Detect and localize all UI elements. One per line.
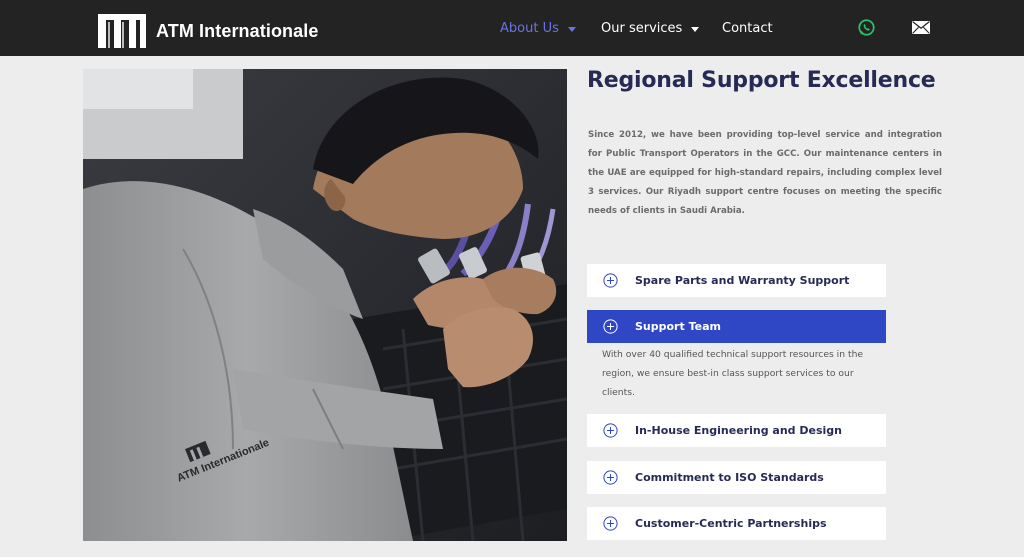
technician-photo: ATM Internationale bbox=[83, 69, 567, 541]
section-title: Regional Support Excellence bbox=[587, 68, 936, 93]
chevron-down-icon bbox=[691, 26, 700, 32]
accordion-label: Commitment to ISO Standards bbox=[635, 471, 824, 484]
nav-contact[interactable]: Contact bbox=[722, 0, 773, 56]
nav-our-services-label: Our services bbox=[601, 20, 683, 36]
accordion-label: Support Team bbox=[635, 320, 721, 333]
whatsapp-icon[interactable] bbox=[857, 18, 876, 37]
nav-contact-label: Contact bbox=[722, 20, 773, 36]
chevron-down-icon bbox=[567, 26, 576, 32]
plus-circle-icon bbox=[603, 319, 618, 334]
brand-name: ATM Internationale bbox=[156, 20, 319, 41]
accordion-label: In-House Engineering and Design bbox=[635, 424, 842, 437]
accordion-label: Spare Parts and Warranty Support bbox=[635, 274, 850, 287]
section-intro: Since 2012, we have been providing top-l… bbox=[588, 130, 942, 216]
accordion-label: Customer-Centric Partnerships bbox=[635, 517, 827, 530]
accordion-item-engineering[interactable]: In-House Engineering and Design bbox=[587, 414, 886, 447]
brand-logo[interactable]: ATM Internationale bbox=[96, 12, 318, 50]
plus-circle-icon bbox=[603, 423, 618, 438]
nav-about-us[interactable]: About Us bbox=[500, 0, 576, 56]
atm-logo-icon bbox=[98, 14, 146, 48]
technician-illustration: ATM Internationale bbox=[83, 69, 567, 541]
nav-our-services[interactable]: Our services bbox=[601, 0, 700, 56]
mail-icon[interactable] bbox=[912, 21, 930, 34]
accordion-item-spare-parts[interactable]: Spare Parts and Warranty Support bbox=[587, 264, 886, 297]
accordion-body-support-team: With over 40 qualified technical support… bbox=[602, 349, 864, 398]
accordion-item-support-team[interactable]: Support Team bbox=[587, 310, 886, 343]
plus-circle-icon bbox=[603, 516, 618, 531]
site-header: ATM Internationale About Us Our services… bbox=[0, 0, 1024, 56]
accordion-item-partnerships[interactable]: Customer-Centric Partnerships bbox=[587, 507, 886, 540]
nav-about-us-label: About Us bbox=[500, 20, 559, 36]
accordion-item-iso-standards[interactable]: Commitment to ISO Standards bbox=[587, 461, 886, 494]
plus-circle-icon bbox=[603, 470, 618, 485]
plus-circle-icon bbox=[603, 273, 618, 288]
